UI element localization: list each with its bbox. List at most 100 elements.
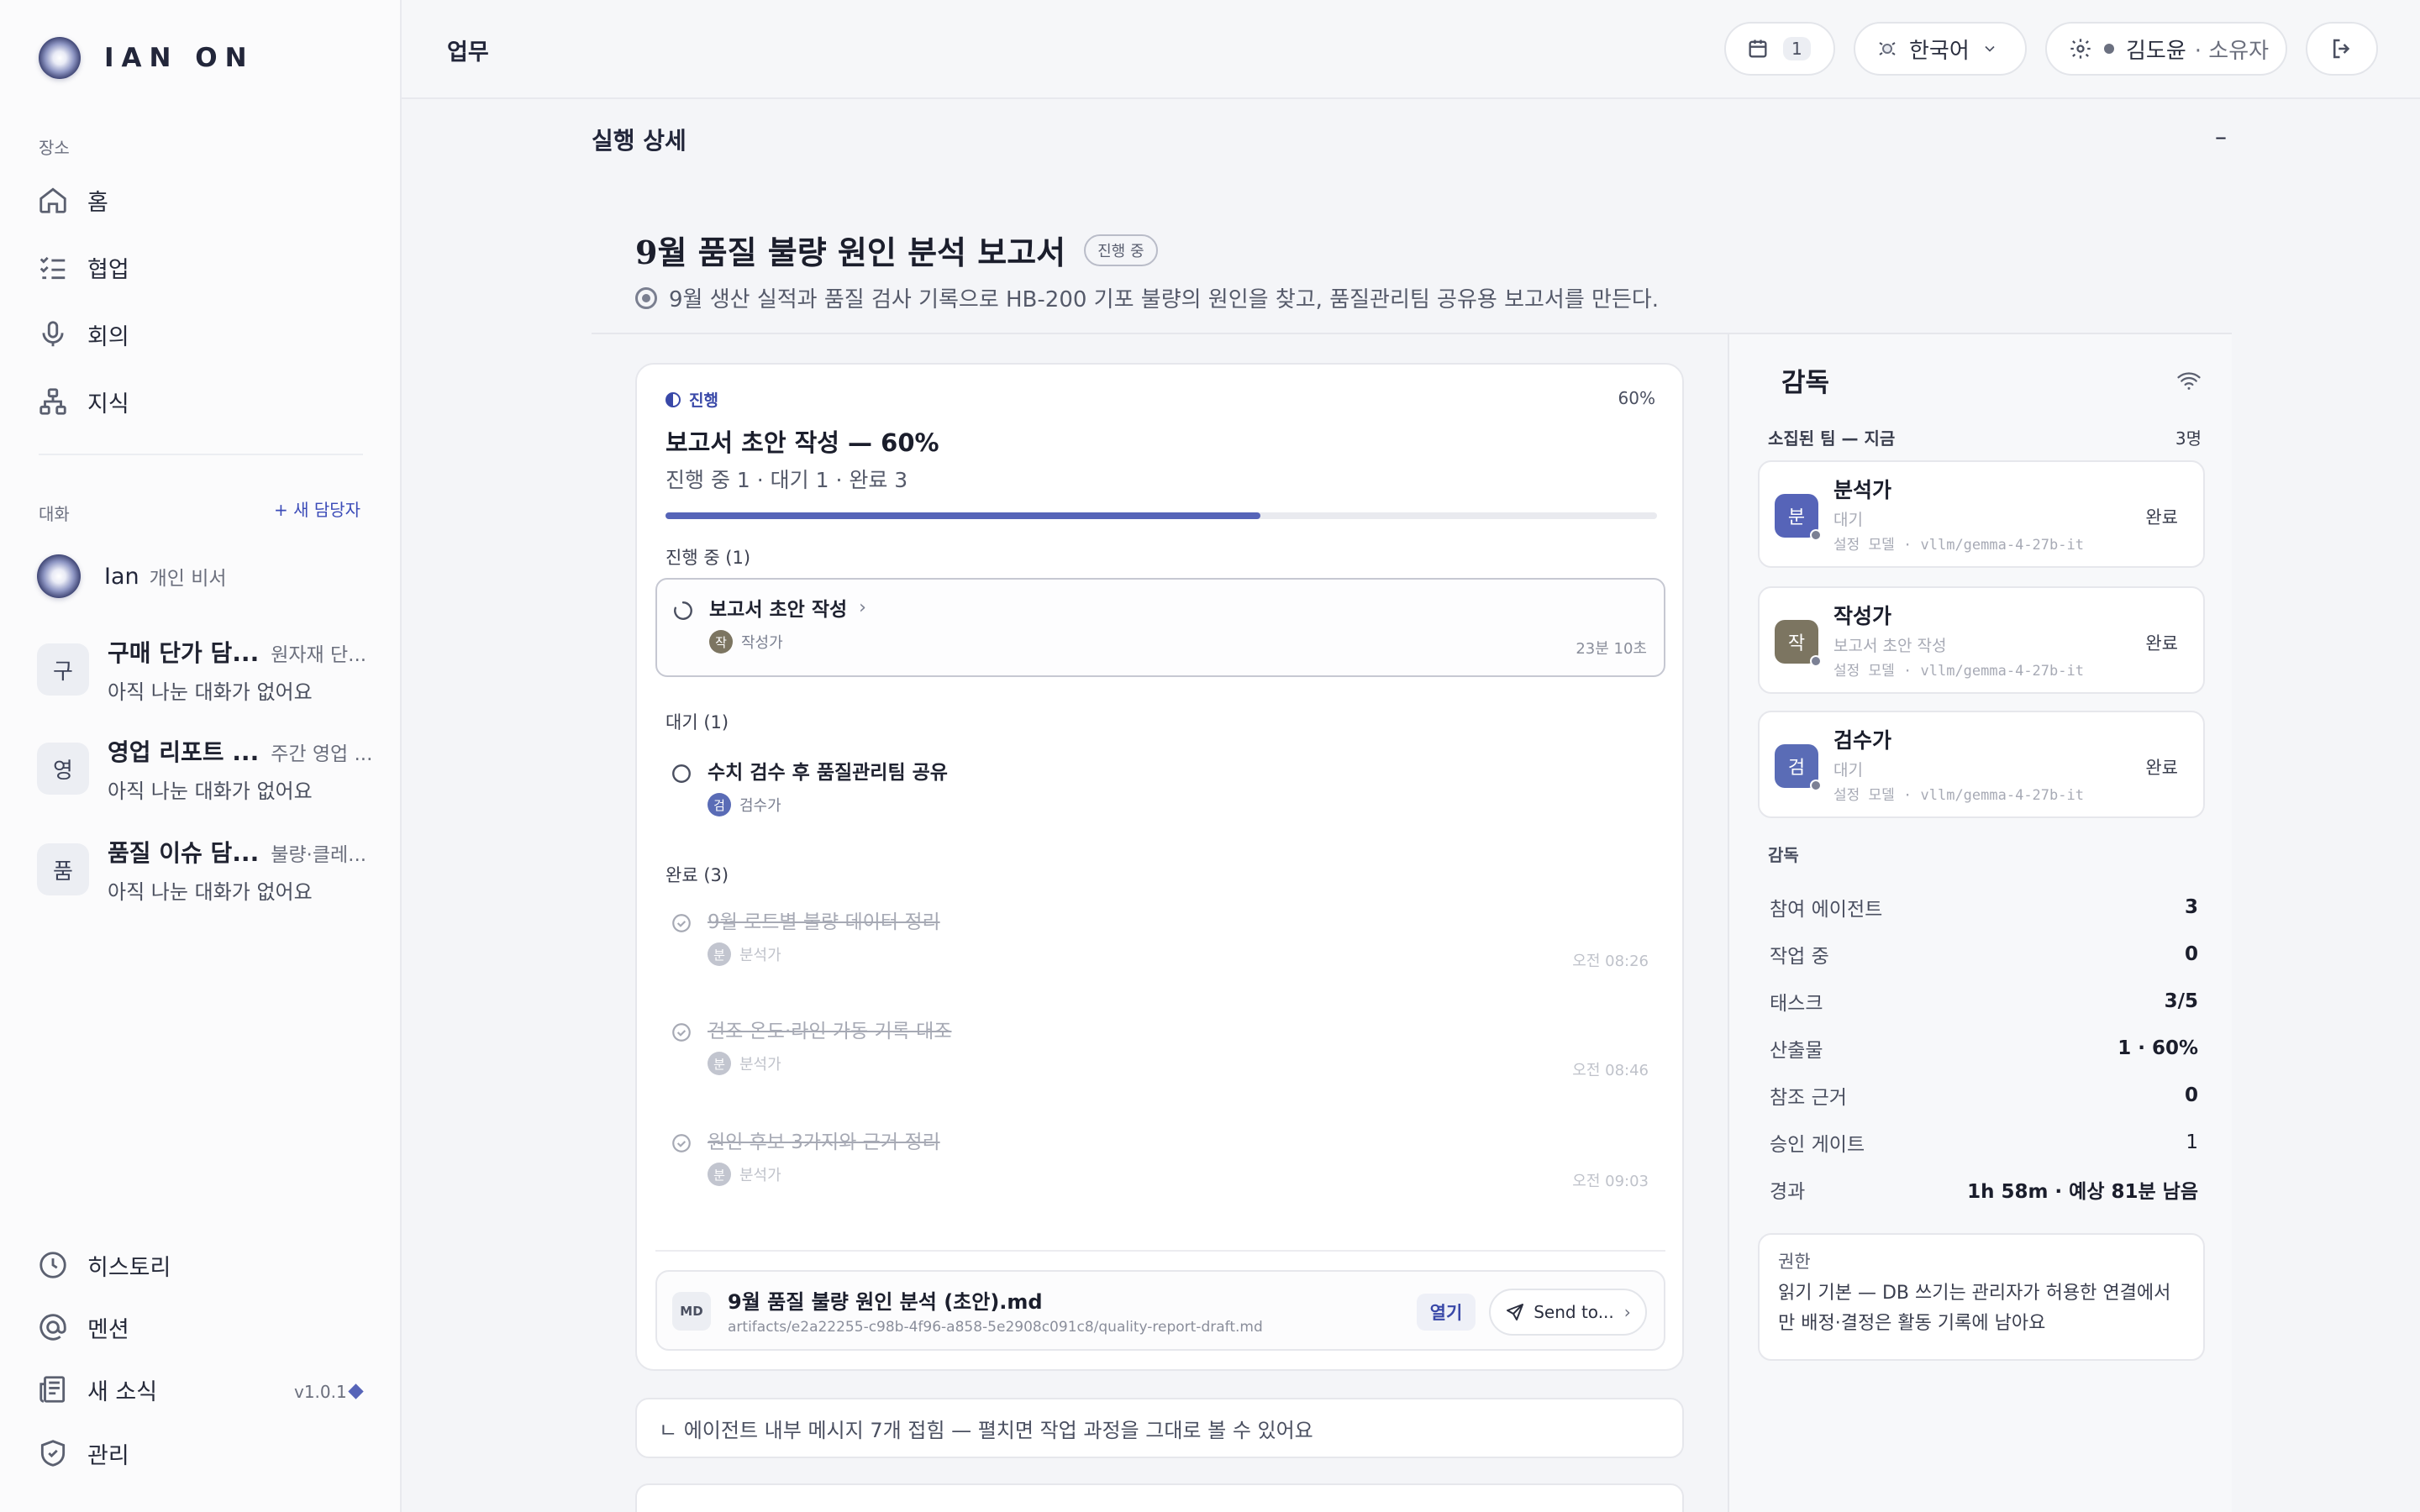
send-icon <box>1507 1304 1524 1320</box>
task-row-waiting[interactable]: 수치 검수 후 품질관리팀 공유 검 검수가 <box>655 743 1665 842</box>
language-label: 한국어 <box>1909 38 1970 64</box>
agent-state: 완료 <box>2145 507 2178 528</box>
progress-summary: 진행 중 1 · 대기 1 · 완료 3 <box>666 468 908 492</box>
stat-key: 작업 중 <box>1770 946 1829 968</box>
task-row-in-progress[interactable]: 보고서 초안 작성 › 작 작성가 23분 10초 <box>655 578 1665 677</box>
agent-name: 검수가 <box>1833 728 1892 753</box>
agent-card-writer[interactable]: 작 작성가 보고서 초안 작성 설정 모델 · vllm/gemma-4-27b… <box>1758 586 2205 694</box>
presence-dot-icon <box>2104 44 2114 54</box>
hierarchy-icon <box>39 388 66 415</box>
stat-row: 참조 근거 0 <box>1770 1079 2198 1112</box>
task-row-done[interactable]: 건조 온도·라인 가동 기록 대조 분 분석가 오전 08:46 <box>655 1001 1665 1100</box>
done-group-label: 완료 (3) <box>666 865 729 885</box>
agent-name: 분석가 <box>739 1056 781 1074</box>
agent-card-reviewer[interactable]: 검 검수가 대기 설정 모델 · vllm/gemma-4-27b-it 완료 <box>1758 711 2205 818</box>
user-menu[interactable]: 김도윤 · 소유자 <box>2045 22 2287 76</box>
agent-state: 완료 <box>2145 633 2178 654</box>
task-title: 9월 품질 불량 원인 분석 보고서 진행 중 <box>635 227 1158 273</box>
avatar: 구 <box>37 643 89 696</box>
chevron-right-icon: › <box>1623 1302 1631 1322</box>
status-dot-icon <box>1810 529 1822 541</box>
completed-time: 오전 08:46 <box>1572 1062 1649 1079</box>
agent-status: 보고서 초안 작성 <box>1833 637 1947 655</box>
sidebar: IAN ON 장소 홈 협업 회의 지식 대화 + 새 담당자 Ian 개인 비… <box>0 0 402 1512</box>
brand-orb-icon <box>39 37 81 79</box>
nav-item-label: 협업 <box>87 256 129 283</box>
open-artifact-button[interactable]: 열기 <box>1417 1294 1476 1331</box>
stat-value: 0 <box>2184 1084 2198 1106</box>
new-agent-button[interactable]: + 새 담당자 <box>274 496 360 521</box>
chats-section-label: 대화 <box>39 504 70 524</box>
agent-name: 검수가 <box>739 797 781 815</box>
stat-row: 작업 중 0 <box>1770 937 2198 971</box>
calendar-button[interactable]: 1 <box>1724 22 1835 76</box>
stat-row: 승인 게이트 1 <box>1770 1126 2198 1159</box>
chat-title: 영업 리포트 ... <box>108 738 260 766</box>
agent-card-analyst[interactable]: 분 분석가 대기 설정 모델 · vllm/gemma-4-27b-it 완료 <box>1758 460 2205 568</box>
progress-bar-fill <box>666 512 1260 519</box>
live-signal-icon <box>2177 372 2201 390</box>
stat-row: 산출물 1 · 60% <box>1770 1032 2198 1065</box>
stat-key: 경과 <box>1770 1181 1806 1203</box>
nav-item-meeting[interactable]: 회의 <box>37 311 365 358</box>
stat-row: 경과 1h 58m · 예상 81분 남음 <box>1770 1173 2198 1206</box>
nav-item-collab[interactable]: 협업 <box>37 244 365 291</box>
agent-model: 설정 모델 · vllm/gemma-4-27b-it <box>1833 787 2084 804</box>
nav-item-label: 새 소식 <box>87 1378 158 1405</box>
stat-key: 산출물 <box>1770 1040 1823 1062</box>
task-row-done[interactable]: 원인 후보 3가지와 근거 정리 분 분석가 오전 09:03 <box>655 1112 1665 1211</box>
chat-item-ian[interactable]: Ian 개인 비서 <box>37 554 227 598</box>
clock-icon <box>39 1252 66 1278</box>
agent-model: 설정 모델 · vllm/gemma-4-27b-it <box>1833 537 2084 554</box>
current-step-title: 보고서 초안 작성 — 60% <box>666 428 939 457</box>
chat-item-sales[interactable]: 영 영업 리포트 ... 주간 영업 ... 아직 나눈 대화가 없어요 <box>37 731 373 806</box>
calendar-icon <box>1749 39 1767 58</box>
agent-status: 대기 <box>1833 511 1863 529</box>
progress-tag-label: 진행 <box>689 391 718 410</box>
agent-avatar: 분 <box>708 1163 731 1186</box>
collapsed-messages-toggle[interactable]: ㄴ 에이전트 내부 메시지 7개 접힘 — 펼치면 작업 과정을 그대로 볼 수… <box>635 1398 1684 1458</box>
stat-key: 참여 에이전트 <box>1770 899 1883 921</box>
send-to-button[interactable]: Send to... › <box>1489 1289 1647 1336</box>
chat-last-message: 아직 나눈 대화가 없어요 <box>108 779 313 803</box>
progress-card: 진행 60% 보고서 초안 작성 — 60% 진행 중 1 · 대기 1 · 완… <box>635 363 1684 1371</box>
agent-avatar: 검 <box>708 793 731 816</box>
nav-item-label: 홈 <box>87 189 108 216</box>
microphone-icon <box>42 321 64 347</box>
chat-item-purchase[interactable]: 구 구매 단가 담... 원자재 단... 아직 나눈 대화가 없어요 <box>37 632 373 707</box>
status-dot-icon <box>1810 655 1822 667</box>
agent-avatar: 분 <box>708 1052 731 1075</box>
chat-item-quality[interactable]: 품 품질 이슈 담... 불량·클레... 아직 나눈 대화가 없어요 <box>37 832 373 907</box>
nav-item-history[interactable]: 히스토리 <box>37 1242 365 1289</box>
brand-logo[interactable]: IAN ON <box>39 37 255 79</box>
collapse-button[interactable]: – <box>2215 123 2227 150</box>
nav-item-admin[interactable]: 관리 <box>37 1430 365 1477</box>
nav-item-knowledge[interactable]: 지식 <box>37 378 365 425</box>
nav-item-home[interactable]: 홈 <box>37 176 365 223</box>
chat-last-message: 아직 나눈 대화가 없어요 <box>108 680 313 704</box>
artifact-name: 9월 품질 불량 원인 분석 (초안).md <box>728 1290 1043 1314</box>
task-row-done[interactable]: 9월 로트별 불량 데이터 정리 분 분석가 오전 08:26 <box>655 892 1665 991</box>
completed-time: 오전 08:26 <box>1572 953 1649 970</box>
stat-value: 3 <box>2184 896 2198 918</box>
nav-item-label: 관리 <box>87 1442 129 1469</box>
task-row-title: 보고서 초안 작성 <box>709 599 848 621</box>
supervision-title: 감독 <box>1781 368 1830 398</box>
spinner-icon <box>674 601 692 620</box>
task-row-title: 건조 온도·라인 가동 기록 대조 <box>708 1021 952 1042</box>
stat-value: 1h 58m · 예상 81분 남음 <box>1967 1181 2198 1203</box>
agent-name: 작성가 <box>1833 604 1892 628</box>
check-circle-icon <box>672 1023 691 1042</box>
waiting-group-label: 대기 (1) <box>666 712 729 732</box>
language-select[interactable]: 한국어 <box>1854 22 2027 76</box>
logout-button[interactable] <box>2306 22 2378 76</box>
permission-box: 권한 읽기 기본 — DB 쓰기는 관리자가 허용한 연결에서만 배정·결정은 … <box>1758 1233 2205 1361</box>
ian-name: Ian <box>104 563 139 590</box>
korea-flag-icon <box>1879 42 1896 55</box>
ian-avatar <box>37 554 81 598</box>
next-card <box>635 1483 1684 1512</box>
agent-avatar: 작 <box>709 630 733 654</box>
progress-tag: 진행 <box>666 388 718 411</box>
checklist-icon <box>39 256 66 280</box>
nav-item-mentions[interactable]: 멘션 <box>37 1304 365 1351</box>
